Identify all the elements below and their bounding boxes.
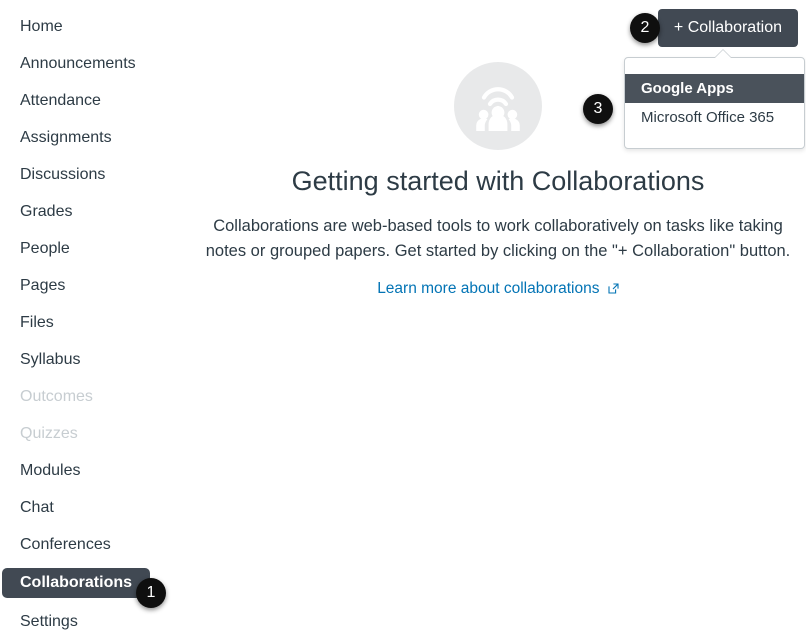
sidebar-item-discussions[interactable]: Discussions xyxy=(0,161,117,188)
sidebar-item-pages[interactable]: Pages xyxy=(0,272,77,299)
sidebar-item-grades[interactable]: Grades xyxy=(0,198,84,225)
sidebar-item-outcomes: Outcomes xyxy=(0,383,105,410)
callout-badge-1: 1 xyxy=(136,578,166,608)
sidebar-item-modules[interactable]: Modules xyxy=(0,457,92,484)
sidebar-item-files[interactable]: Files xyxy=(0,309,66,336)
collaborations-page: Home Announcements Attendance Assignment… xyxy=(0,0,806,633)
menu-item-microsoft-office-365[interactable]: Microsoft Office 365 xyxy=(625,103,804,132)
sidebar-item-announcements[interactable]: Announcements xyxy=(0,50,148,77)
learn-more-link[interactable]: Learn more about collaborations xyxy=(377,280,619,297)
add-collaboration-button[interactable]: + Collaboration xyxy=(658,9,798,47)
learn-more-link-label: Learn more about collaborations xyxy=(377,280,599,297)
sidebar-item-chat[interactable]: Chat xyxy=(0,494,66,521)
sidebar-item-attendance[interactable]: Attendance xyxy=(0,87,113,114)
sidebar-item-assignments[interactable]: Assignments xyxy=(0,124,124,151)
sidebar-item-home[interactable]: Home xyxy=(0,13,75,40)
menu-caret-icon xyxy=(714,50,732,59)
menu-item-google-apps[interactable]: Google Apps xyxy=(625,74,804,103)
external-link-icon xyxy=(608,281,619,299)
collaboration-people-wifi-icon xyxy=(454,62,542,150)
sidebar-item-syllabus[interactable]: Syllabus xyxy=(0,346,92,373)
sidebar-item-collaborations[interactable]: Collaborations xyxy=(2,568,150,598)
course-navigation-sidebar: Home Announcements Attendance Assignment… xyxy=(0,0,190,633)
collaboration-menu: Google Apps Microsoft Office 365 xyxy=(624,57,805,149)
sidebar-item-conferences[interactable]: Conferences xyxy=(0,531,123,558)
callout-badge-3: 3 xyxy=(583,94,613,124)
callout-badge-2: 2 xyxy=(630,13,660,43)
main-content: + Collaboration Google Apps Microsoft Of… xyxy=(190,0,806,633)
page-title: Getting started with Collaborations xyxy=(190,164,806,198)
empty-state-description: Collaborations are web-based tools to wo… xyxy=(198,214,798,264)
sidebar-item-settings[interactable]: Settings xyxy=(0,608,90,633)
sidebar-item-quizzes: Quizzes xyxy=(0,420,90,447)
sidebar-item-people[interactable]: People xyxy=(0,235,82,262)
